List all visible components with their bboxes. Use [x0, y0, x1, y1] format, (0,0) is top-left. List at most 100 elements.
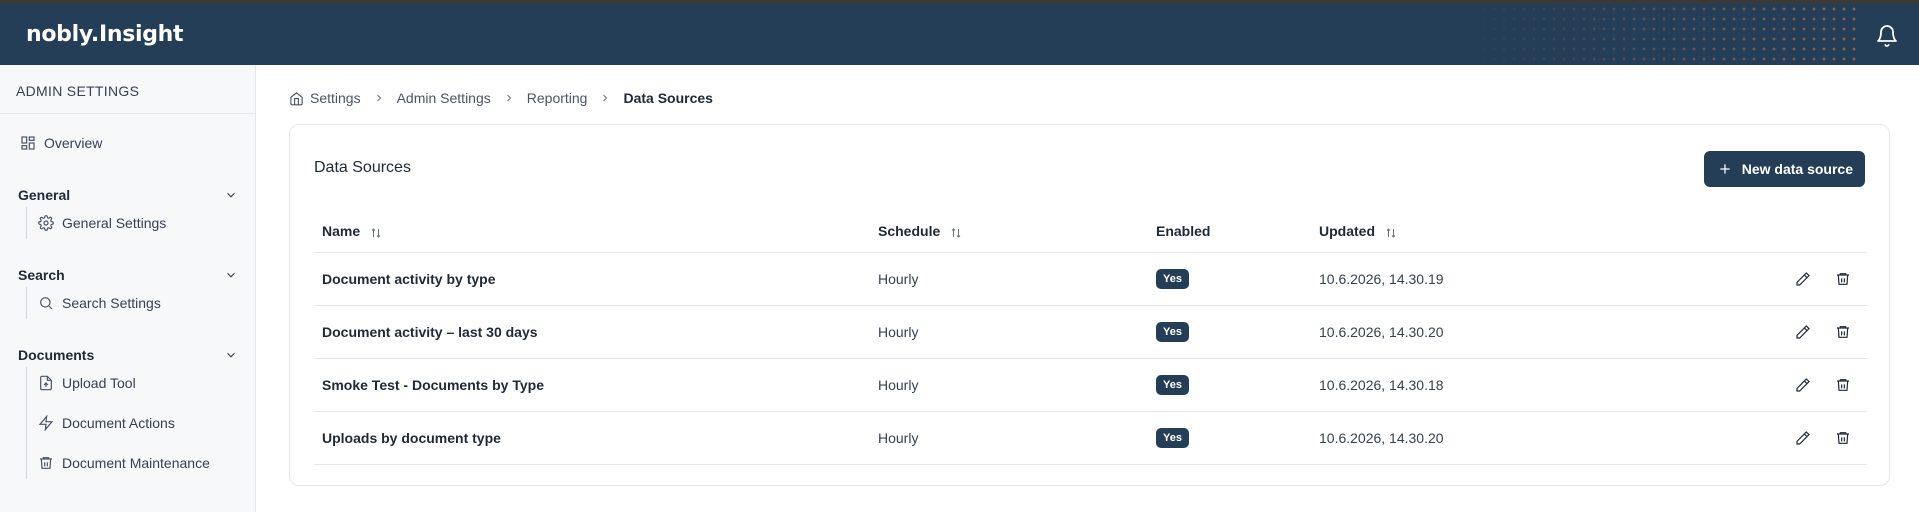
new-data-source-button[interactable]: New data source — [1703, 151, 1865, 187]
table-row: Smoke Test - Documents by Type Hourly Ye… — [314, 358, 1867, 412]
sidebar-item-label: Upload Tool — [62, 375, 136, 391]
trash-icon — [1837, 379, 1849, 392]
file-upload-icon — [40, 375, 52, 391]
sidebar-item-document-maintenance[interactable]: Document Maintenance — [38, 455, 210, 471]
cell-actions — [1611, 411, 1867, 465]
home-icon[interactable] — [289, 91, 304, 106]
delete-button[interactable] — [1835, 271, 1851, 287]
cell-name: Document activity by type — [314, 252, 870, 306]
chevron-down-icon — [227, 272, 235, 278]
enabled-badge: Yes — [1156, 374, 1189, 395]
column-header-schedule[interactable]: Schedule — [870, 211, 1148, 253]
cell-schedule: Hourly — [870, 252, 1148, 306]
sidebar-item-label: Document Maintenance — [62, 455, 210, 471]
table-row: Document activity by type Hourly Yes 10.… — [314, 252, 1867, 306]
cell-schedule: Hourly — [870, 411, 1148, 465]
cell-updated: 10.6.2026, 14.30.20 — [1311, 411, 1611, 465]
cell-enabled: Yes — [1148, 411, 1311, 465]
enabled-badge: Yes — [1156, 321, 1189, 342]
sidebar-item-overview[interactable]: Overview — [20, 135, 102, 151]
cell-actions — [1611, 358, 1867, 412]
sort-icon[interactable] — [950, 227, 962, 239]
enabled-badge: Yes — [1156, 427, 1189, 448]
chevron-right-icon — [376, 94, 381, 102]
edit-button[interactable] — [1795, 324, 1811, 340]
button-label: New data source — [1741, 161, 1853, 177]
table-header-row: Name Schedule Enabled Updated — [314, 211, 1867, 253]
column-header-enabled: Enabled — [1148, 211, 1311, 253]
cell-updated: 10.6.2026, 14.30.19 — [1311, 252, 1611, 306]
column-header-name[interactable]: Name — [314, 211, 870, 253]
sidebar-item-label: General Settings — [62, 215, 167, 231]
cell-updated: 10.6.2026, 14.30.18 — [1311, 358, 1611, 412]
gear-icon — [38, 215, 54, 231]
chevron-down-icon — [227, 352, 235, 358]
cell-schedule: Hourly — [870, 358, 1148, 412]
bell-icon[interactable] — [1875, 24, 1899, 48]
sidebar-group-label: General — [18, 187, 71, 203]
sidebar-group-label: Search — [18, 267, 65, 283]
pencil-icon — [1796, 272, 1810, 286]
trash-icon — [1837, 326, 1849, 339]
column-label: Name — [322, 223, 361, 240]
sidebar-tree-line — [26, 207, 27, 239]
cell-enabled: Yes — [1148, 252, 1311, 306]
sort-icon[interactable] — [1385, 227, 1397, 239]
sidebar-item-general-settings[interactable]: General Settings — [38, 215, 166, 231]
breadcrumb-admin-settings[interactable]: Admin Settings — [397, 90, 491, 106]
chevron-down-icon — [227, 192, 235, 198]
column-label: Updated — [1319, 223, 1375, 240]
cell-enabled: Yes — [1148, 358, 1311, 412]
cell-name: Uploads by document type — [314, 411, 870, 465]
delete-button[interactable] — [1835, 430, 1851, 446]
column-label: Enabled — [1156, 223, 1211, 240]
edit-button[interactable] — [1795, 271, 1811, 287]
data-sources-table: Name Schedule Enabled Updated Document a… — [314, 211, 1867, 465]
header-dot-pattern — [1459, 4, 1859, 65]
sidebar-tree-line — [26, 367, 27, 479]
sidebar-tree-line — [26, 287, 27, 319]
trash-icon — [40, 457, 52, 469]
sidebar-group-label: Documents — [18, 347, 95, 363]
app-header: nobly.Insight — [0, 4, 1919, 65]
enabled-badge: Yes — [1156, 268, 1189, 289]
breadcrumb-reporting[interactable]: Reporting — [527, 90, 588, 106]
table-row: Document activity – last 30 days Hourly … — [314, 305, 1867, 359]
delete-button[interactable] — [1835, 377, 1851, 393]
delete-button[interactable] — [1835, 324, 1851, 340]
grid-icon — [21, 136, 35, 150]
cell-actions — [1611, 252, 1867, 306]
cell-name: Document activity – last 30 days — [314, 305, 870, 359]
sidebar: ADMIN SETTINGS Overview General General … — [0, 65, 256, 512]
app-logo[interactable]: nobly.Insight — [26, 22, 184, 47]
sidebar-divider — [0, 113, 255, 114]
sidebar-item-document-actions[interactable]: Document Actions — [38, 415, 175, 431]
pencil-icon — [1796, 431, 1810, 445]
sidebar-item-upload-tool[interactable]: Upload Tool — [38, 375, 136, 391]
cell-enabled: Yes — [1148, 305, 1311, 359]
chevron-right-icon — [506, 94, 511, 102]
pencil-icon — [1796, 325, 1810, 339]
sidebar-item-label: Search Settings — [62, 295, 161, 311]
trash-icon — [1837, 273, 1849, 286]
cell-updated: 10.6.2026, 14.30.20 — [1311, 305, 1611, 359]
sidebar-group-general[interactable]: General — [18, 187, 238, 203]
sidebar-item-search-settings[interactable]: Search Settings — [38, 295, 161, 311]
sort-icon[interactable] — [370, 227, 382, 239]
breadcrumb: Settings Admin Settings Reporting Data S… — [289, 90, 713, 106]
table-row: Uploads by document type Hourly Yes 10.6… — [314, 411, 1867, 465]
column-header-updated[interactable]: Updated — [1311, 211, 1611, 253]
sidebar-item-label: Overview — [44, 135, 103, 151]
column-header-actions — [1611, 211, 1867, 253]
plus-icon — [1720, 164, 1730, 174]
edit-button[interactable] — [1795, 430, 1811, 446]
sidebar-group-documents[interactable]: Documents — [18, 347, 238, 363]
breadcrumb-current: Data Sources — [623, 90, 713, 106]
search-icon — [40, 297, 53, 310]
sidebar-group-search[interactable]: Search — [18, 267, 238, 283]
cell-name: Smoke Test - Documents by Type — [314, 358, 870, 412]
chevron-right-icon — [603, 94, 608, 102]
cell-schedule: Hourly — [870, 305, 1148, 359]
breadcrumb-settings[interactable]: Settings — [310, 90, 361, 106]
edit-button[interactable] — [1795, 377, 1811, 393]
